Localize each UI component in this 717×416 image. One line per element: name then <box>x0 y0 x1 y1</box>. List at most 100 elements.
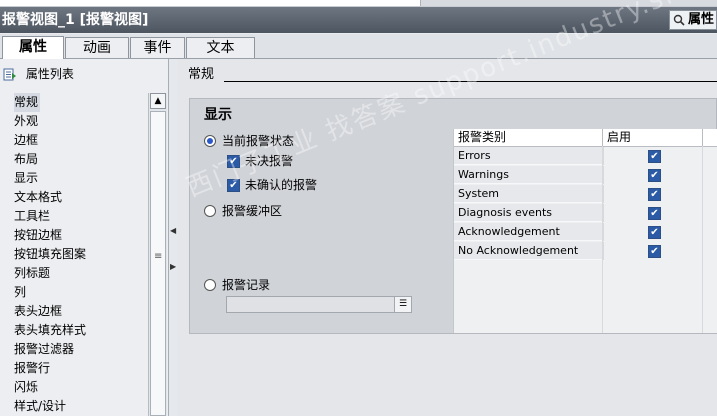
column-header-enabled[interactable]: 启用 <box>603 129 703 146</box>
table-row[interactable]: Warnings ✔ <box>454 166 717 185</box>
nav-item[interactable]: 闪烁 <box>14 378 146 397</box>
nav-item[interactable]: 工具栏 <box>14 207 146 226</box>
list-icon: ☰ <box>398 299 408 309</box>
window-title: 报警视图_1 [报警视图] <box>2 12 149 28</box>
tab-properties[interactable]: 属性 <box>2 36 64 59</box>
nav-item[interactable]: 常规 <box>14 93 40 112</box>
nav-item[interactable]: 按钮边框 <box>14 226 146 245</box>
enabled-cell: ✔ <box>603 242 703 260</box>
alarm-class-name: Diagnosis events <box>454 204 602 222</box>
property-nav: 常规 外观 边框 布局 显示 文本格式 工具栏 按钮边框 按钮填充图案 列标题 … <box>14 93 146 416</box>
nav-item[interactable]: 报警过滤器 <box>14 340 146 359</box>
radio-selected-dot <box>207 138 213 144</box>
enabled-checkbox[interactable]: ✔ <box>648 245 661 258</box>
table-row[interactable]: Diagnosis events ✔ <box>454 204 717 223</box>
pending-alarms-label: 未决报警 <box>245 154 294 168</box>
current-alarm-state-label: 当前报警状态 <box>222 134 295 148</box>
nav-item[interactable]: 报警行 <box>14 359 146 378</box>
window-title-bar: 报警视图_1 [报警视图] 属性 <box>0 7 717 33</box>
check-icon: ✔ <box>650 170 659 181</box>
current-alarm-state-radio[interactable] <box>204 135 216 147</box>
expand-right-icon[interactable]: ▶ <box>170 262 176 271</box>
section-title: 常规 <box>188 67 215 82</box>
display-group-title: 显示 <box>204 107 232 123</box>
pending-alarms-checkbox[interactable]: ✔ <box>227 155 240 168</box>
enabled-cell: ✔ <box>603 166 703 184</box>
table-row[interactable]: Errors ✔ <box>454 147 717 166</box>
check-icon: ✔ <box>650 246 659 257</box>
scroll-up-button[interactable]: ▲ <box>150 93 166 109</box>
property-list-icon <box>3 68 16 81</box>
tab-bar: 属性 动画 事件 文本 <box>0 34 717 59</box>
grip-icon: ≡ <box>154 251 163 262</box>
chevron-up-icon: ▲ <box>154 96 162 106</box>
magnifier-icon <box>673 14 685 26</box>
table-row[interactable]: System ✔ <box>454 185 717 204</box>
check-icon: ✔ <box>650 208 659 219</box>
alarm-class-name: No Acknowledgement <box>454 242 602 260</box>
alarm-class-name: System <box>454 185 602 203</box>
enabled-checkbox[interactable]: ✔ <box>648 207 661 220</box>
panel-splitter[interactable]: ◀ ▶ <box>169 59 178 416</box>
property-list-panel: 属性列表 常规 外观 边框 布局 显示 文本格式 工具栏 按钮边框 按钮填充图案… <box>0 59 169 416</box>
enabled-cell: ✔ <box>603 185 703 203</box>
enabled-checkbox[interactable]: ✔ <box>648 226 661 239</box>
check-icon: ✔ <box>650 227 659 238</box>
unconfirmed-alarms-label: 未确认的报警 <box>245 178 318 192</box>
alarm-class-name: Acknowledgement <box>454 223 602 241</box>
alarm-log-field[interactable]: ☰ <box>226 296 412 313</box>
check-icon: ✔ <box>650 189 659 200</box>
alarm-buffer-radio[interactable] <box>204 205 216 217</box>
enabled-cell: ✔ <box>603 147 703 165</box>
table-header: 报警类别 启用 <box>454 129 717 147</box>
nav-item[interactable]: 列标题 <box>14 264 146 283</box>
nav-item[interactable]: 样式/设计 <box>14 397 146 416</box>
alarm-class-name: Errors <box>454 147 602 165</box>
collapse-left-icon[interactable]: ◀ <box>170 226 176 235</box>
alarm-log-label: 报警记录 <box>222 278 271 292</box>
property-list-title: 属性列表 <box>25 67 74 81</box>
table-row[interactable]: No Acknowledgement ✔ <box>454 242 717 261</box>
check-icon: ✔ <box>229 156 238 167</box>
top-strip-notch <box>420 0 717 6</box>
table-row[interactable]: Acknowledgement ✔ <box>454 223 717 242</box>
top-strip <box>0 0 717 7</box>
alarm-class-name: Warnings <box>454 166 602 184</box>
enabled-checkbox[interactable]: ✔ <box>648 169 661 182</box>
browse-button[interactable]: ☰ <box>394 297 411 312</box>
tab-label: 事件 <box>143 40 172 56</box>
nav-item[interactable]: 显示 <box>14 169 146 188</box>
nav-item[interactable]: 外观 <box>14 112 146 131</box>
alarm-class-table: 报警类别 启用 Errors ✔ Warnings ✔ System ✔ Dia… <box>453 129 717 333</box>
property-list-header: 属性列表 <box>3 65 74 83</box>
unconfirmed-alarms-checkbox[interactable]: ✔ <box>227 179 240 192</box>
enabled-checkbox[interactable]: ✔ <box>648 150 661 163</box>
check-icon: ✔ <box>650 151 659 162</box>
display-group: 显示 当前报警状态 ✔ 未决报警 ✔ 未确认的报警 报警缓冲区 报警记录 ☰ 报… <box>189 98 717 334</box>
section-divider <box>224 81 717 82</box>
enabled-checkbox[interactable]: ✔ <box>648 188 661 201</box>
nav-item[interactable]: 表头边框 <box>14 302 146 321</box>
nav-item[interactable]: 表头填充样式 <box>14 321 146 340</box>
column-header-alarm-class[interactable]: 报警类别 <box>454 129 603 146</box>
nav-item[interactable]: 按钮填充图案 <box>14 245 146 264</box>
enabled-cell: ✔ <box>603 204 703 222</box>
nav-item[interactable]: 边框 <box>14 131 146 150</box>
properties-toggle-label: 属性 <box>688 12 715 27</box>
tab-text[interactable]: 文本 <box>186 37 255 58</box>
scroll-thumb[interactable]: ≡ <box>150 111 166 416</box>
tab-animation[interactable]: 动画 <box>65 37 129 58</box>
check-icon: ✔ <box>229 180 238 191</box>
tab-label: 文本 <box>206 40 235 56</box>
nav-item[interactable]: 列 <box>14 283 146 302</box>
nav-item[interactable]: 布局 <box>14 150 146 169</box>
properties-toggle-button[interactable]: 属性 <box>669 10 717 30</box>
alarm-log-radio[interactable] <box>204 279 216 291</box>
properties-content: 常规 显示 当前报警状态 ✔ 未决报警 ✔ 未确认的报警 报警缓冲区 报警记录 … <box>178 59 717 416</box>
nav-item[interactable]: 文本格式 <box>14 188 146 207</box>
alarm-buffer-label: 报警缓冲区 <box>222 204 283 218</box>
enabled-cell: ✔ <box>603 223 703 241</box>
tab-label: 动画 <box>83 40 111 56</box>
nav-scrollbar[interactable]: ▲ ≡ <box>148 93 167 416</box>
tab-events[interactable]: 事件 <box>130 37 185 58</box>
